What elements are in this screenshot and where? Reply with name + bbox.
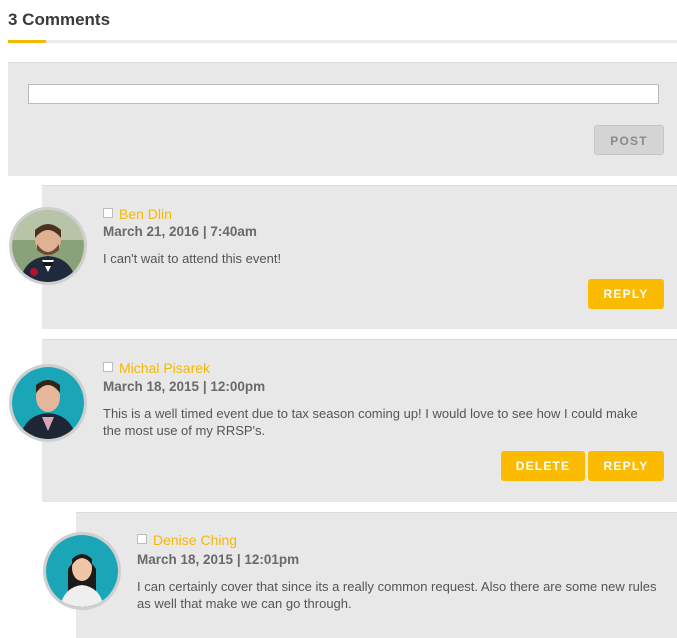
comment-text: I can certainly cover that since its a r… [137, 579, 657, 611]
reply-button[interactable]: REPLY [588, 279, 664, 309]
delete-button[interactable]: DELETE [501, 451, 585, 481]
checkbox-icon[interactable] [137, 534, 147, 544]
comment-date: March 18, 2015 | 12:00pm [103, 379, 266, 394]
comment-author[interactable]: Ben Dlin [103, 206, 172, 222]
comment-composer: POST [8, 62, 677, 176]
user-photo-icon [12, 367, 84, 439]
author-name[interactable]: Denise Ching [153, 532, 237, 548]
checkbox-icon[interactable] [103, 362, 113, 372]
reply-item [76, 512, 677, 638]
comment-text: I can't wait to attend this event! [103, 251, 282, 266]
avatar-ben-dlin[interactable] [9, 207, 87, 285]
heading-divider [8, 40, 677, 43]
comment-author[interactable]: Denise Ching [137, 532, 237, 548]
heading-accent-bar [8, 40, 46, 43]
avatar-michal-pisarek[interactable] [9, 364, 87, 442]
post-button[interactable]: POST [594, 125, 664, 155]
author-name[interactable]: Ben Dlin [119, 206, 172, 222]
user-photo-icon [46, 535, 118, 607]
reply-button[interactable]: REPLY [588, 451, 664, 481]
comment-text: This is a well timed event due to tax se… [103, 406, 638, 438]
author-name[interactable]: Michal Pisarek [119, 360, 210, 376]
comment-author[interactable]: Michal Pisarek [103, 360, 210, 376]
comment-input[interactable] [28, 84, 659, 104]
avatar-denise-ching[interactable] [43, 532, 121, 610]
user-photo-icon [12, 210, 84, 282]
comment-date: March 21, 2016 | 7:40am [103, 224, 257, 239]
comments-heading: 3 Comments [8, 10, 111, 29]
checkbox-icon[interactable] [103, 208, 113, 218]
comment-date: March 18, 2015 | 12:01pm [137, 552, 300, 567]
